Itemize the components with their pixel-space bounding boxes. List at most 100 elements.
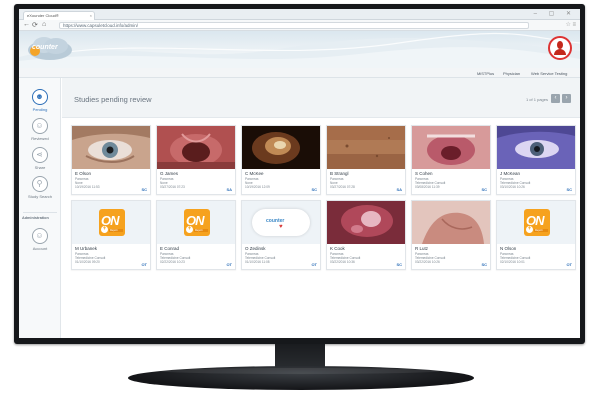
sidebar: ☻ Pending ☺ Reviewed ⋖ Share ⚲ Study Sea…: [19, 78, 61, 338]
logo-text: counter: [32, 44, 58, 51]
home-icon[interactable]: ⌂: [42, 21, 46, 28]
sidebar-item-share[interactable]: ⋖ Share: [19, 147, 61, 170]
study-tag: OT: [311, 262, 317, 267]
sidebar-item-pending[interactable]: ☻ Pending: [19, 89, 61, 112]
study-card[interactable]: counter ♥ O Zedinsk Pancreas Telemedicine Co…: [241, 200, 321, 270]
study-card[interactable]: C McKee Pancreas None 10/19/2016 12:09 SC: [241, 125, 321, 195]
link-mistplus[interactable]: MiSTPlus: [477, 71, 494, 76]
study-date: 03/27/2016 07:23: [160, 185, 185, 189]
study-card[interactable]: S Cohen Pancreas Telemedicine Consult 03/08…: [411, 125, 491, 195]
study-date: 03/08/2016 11:39: [415, 185, 440, 189]
share-icon: ⋖: [32, 147, 48, 163]
study-card[interactable]: E Olson Pancreas None 10/19/2016 11:53 SC: [71, 125, 151, 195]
study-thumbnail[interactable]: [327, 201, 405, 244]
study-tag: SC: [141, 187, 147, 192]
study-thumbnail[interactable]: [497, 126, 575, 169]
url-field[interactable]: https://www.capsuletcloud.info/admin/: [59, 22, 529, 29]
sidebar-item-label: Share: [34, 165, 46, 170]
study-card[interactable]: K Cook Pancreas Telemedicine Consult 03/22/…: [326, 200, 406, 270]
patient-name: N Olson: [500, 246, 517, 251]
pending-icon: ☻: [32, 89, 48, 105]
patient-name: K Cook: [330, 246, 345, 251]
sidebar-item-label: Pending: [32, 107, 48, 112]
browser-tab[interactable]: eXounder Cloud® ×: [23, 11, 95, 20]
study-card[interactable]: R Lutz Pancreas Telemedicine Consult 03/22/…: [411, 200, 491, 270]
header-wave-graphic: [19, 32, 580, 68]
study-tag: SA: [226, 187, 232, 192]
reload-icon[interactable]: ⟳: [32, 21, 38, 29]
study-tag: SC: [311, 187, 317, 192]
study-thumbnail[interactable]: counter ♥: [242, 201, 320, 244]
on-badge-plus: +: [186, 226, 193, 233]
prev-page-button[interactable]: ‹: [551, 94, 560, 103]
link-web-service-testing[interactable]: Web Service Testing: [531, 71, 567, 76]
study-thumbnail[interactable]: [242, 126, 320, 169]
study-card[interactable]: J McKean Pancreas Telemedicine Consult 03/1…: [496, 125, 576, 195]
studies-grid: E Olson Pancreas None 10/19/2016 11:53 SC G J…: [71, 125, 576, 315]
study-thumbnail[interactable]: [327, 126, 405, 169]
browser-tabbar: eXounder Cloud® × – ▢ ✕: [19, 9, 580, 20]
header-links: MiSTPlus Physician Web Service Testing: [19, 68, 580, 78]
on-report-icon: ON + Report: [524, 209, 550, 236]
stage: eXounder Cloud® × – ▢ ✕ ← ⟳ ⌂ https://ww…: [0, 0, 597, 404]
tab-title: eXounder Cloud®: [27, 13, 59, 18]
patient-name: M Urbanek: [75, 246, 98, 251]
user-avatar[interactable]: [548, 36, 572, 60]
study-card[interactable]: ON + Report E Conrad Pancreas Telemedicine Co…: [156, 200, 236, 270]
cloud-logo-icon: counter ♥: [252, 209, 310, 236]
study-thumbnail[interactable]: [72, 126, 150, 169]
search-icon: ⚲: [32, 176, 48, 192]
window-controls[interactable]: – ▢ ✕: [534, 10, 576, 17]
patient-name: E Conrad: [160, 246, 180, 251]
study-tag: SC: [481, 187, 487, 192]
sidebar-item-reviewed[interactable]: ☺ Reviewed: [19, 118, 61, 141]
patient-name: S Cohen: [415, 171, 433, 176]
study-date: 01/10/2016 09:20: [75, 260, 100, 264]
avatar-head: [557, 41, 563, 49]
patient-name: O Zedinsk: [245, 246, 266, 251]
study-tag: SC: [396, 262, 402, 267]
study-thumbnail[interactable]: ON + Report: [72, 201, 150, 244]
tab-close-icon[interactable]: ×: [90, 13, 92, 18]
study-tag: OT: [226, 262, 232, 267]
link-physician[interactable]: Physician: [503, 71, 520, 76]
study-card[interactable]: ON + Report N Olson Pancreas Telemedicine Con…: [496, 200, 576, 270]
study-card[interactable]: ON + Report M Urbanek Pancreas Telemedicine C…: [71, 200, 151, 270]
sidebar-item-study-search[interactable]: ⚲ Study Search: [19, 176, 61, 199]
reviewed-icon: ☺: [32, 118, 48, 134]
on-report-icon: ON + Report: [184, 209, 210, 236]
back-icon[interactable]: ←: [23, 21, 30, 28]
on-badge-strip: Report: [194, 229, 208, 232]
admin-heading: Administration: [22, 216, 49, 220]
study-thumbnail[interactable]: [412, 126, 490, 169]
on-report-icon: ON + Report: [99, 209, 125, 236]
sidebar-item-account[interactable]: ☺ Account: [19, 228, 61, 251]
patient-name: E Olson: [75, 171, 92, 176]
sidebar-divider: [23, 212, 57, 213]
study-thumbnail[interactable]: [412, 201, 490, 244]
study-tag: SC: [566, 187, 572, 192]
study-date: 03/22/2016 10:36: [330, 260, 355, 264]
study-date: 03/27/2016 07:28: [330, 185, 355, 189]
bookmark-star-icon[interactable]: ☆ ≡: [565, 21, 576, 28]
heart-icon: ♥: [279, 224, 283, 230]
on-badge-plus: +: [526, 226, 533, 233]
study-date: 10/19/2016 12:09: [245, 185, 270, 189]
patient-name: J McKean: [500, 171, 521, 176]
study-card[interactable]: G James Pancreas None 03/27/2016 07:23 SA: [156, 125, 236, 195]
study-date: 02/22/2016 10:23: [160, 260, 185, 264]
study-thumbnail[interactable]: [157, 126, 235, 169]
browser-addressbar: ← ⟳ ⌂ https://www.capsuletcloud.info/adm…: [19, 20, 580, 31]
study-date: 03/22/2016 10:26: [415, 260, 440, 264]
study-tag: SA: [396, 187, 402, 192]
next-page-button[interactable]: ›: [562, 94, 571, 103]
patient-name: C McKee: [245, 171, 264, 176]
study-thumbnail[interactable]: ON + Report: [157, 201, 235, 244]
main-header: Studies pending review 1 of 1 pages ‹ ›: [62, 78, 580, 118]
app-header: counter: [19, 31, 580, 68]
study-card[interactable]: B Strangl Pancreas None 03/27/2016 07:28 SA: [326, 125, 406, 195]
on-badge-strip: Report: [109, 229, 123, 232]
study-date: 10/19/2016 11:53: [75, 185, 100, 189]
study-date: 02/10/2016 10:01: [500, 260, 525, 264]
study-thumbnail[interactable]: ON + Report: [497, 201, 575, 244]
